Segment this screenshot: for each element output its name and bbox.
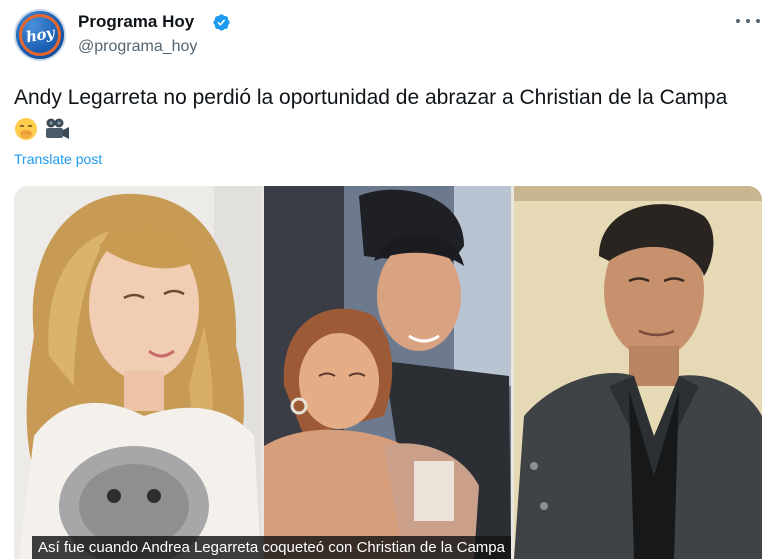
video-caption: Así fue cuando Andrea Legarreta coqueteó… [32,536,511,559]
tweet-text: Andy Legarreta no perdió la oportunidad … [14,82,754,144]
media-grid[interactable] [14,186,762,559]
tweet-text-body: Andy Legarreta no perdió la oportunidad … [14,86,728,109]
display-name[interactable]: Programa Hoy [78,12,194,32]
avatar[interactable]: hoy [14,9,66,61]
tweet-card: hoy Programa Hoy @programa_hoy Andy Lega… [0,0,768,559]
movie-camera-emoji [45,118,69,140]
photo-woman-portrait[interactable] [14,186,261,559]
verified-badge-icon [213,14,230,31]
more-options-icon[interactable] [736,11,760,31]
photo-man-portrait[interactable] [514,186,762,559]
photo-couple-hug[interactable] [264,186,511,559]
face-with-hand-over-mouth-emoji [15,118,37,141]
handle[interactable]: @programa_hoy [78,38,197,56]
translate-post-link[interactable]: Translate post [14,151,102,167]
